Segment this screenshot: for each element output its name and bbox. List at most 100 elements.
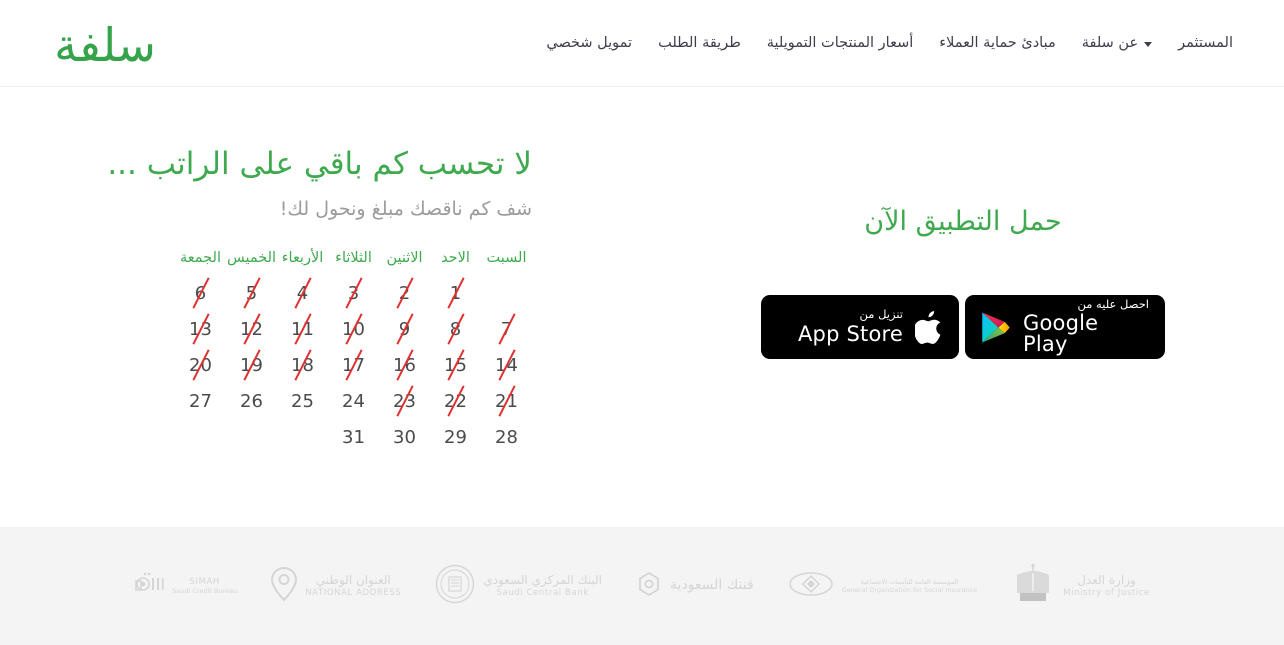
partner-logo-fintech-saudi: فنتك السعودية [636, 571, 754, 601]
calendar-day-cell[interactable]: 7 [481, 311, 532, 347]
chevron-down-icon [1144, 41, 1153, 47]
app-download-block: حمل التطبيق الآن احصل عليه من Google Pla… [642, 88, 1284, 527]
calendar-day-empty [277, 419, 328, 455]
calendar-day-cell[interactable]: 15 [430, 347, 481, 383]
calendar-day-cell[interactable]: 17 [328, 347, 379, 383]
calendar-day-cell[interactable]: 11 [277, 311, 328, 347]
calendar-day-cell[interactable]: 13 [175, 311, 226, 347]
moj-labels: وزارة العدل Ministry of Justice [1063, 573, 1150, 599]
calendar-day-cell[interactable]: 16 [379, 347, 430, 383]
gosi-ar: المؤسسة العامة للتأمينات الاجتماعية [860, 577, 959, 586]
calendar-day-header: الاثنين [386, 250, 423, 267]
gosi-icon [788, 569, 834, 603]
calendar-week-row: 20 19 18 17 16 15 14 [175, 347, 532, 383]
google-play-big-label: Google Play [1023, 311, 1099, 357]
calendar-day-header: الخميس [226, 250, 277, 267]
google-play-icon [981, 311, 1011, 344]
calendar-week-row: 6 5 4 3 2 1 [175, 275, 532, 311]
calendar-day-number: 29 [444, 426, 467, 448]
calendar-day-cell[interactable]: 26 [226, 383, 277, 419]
apple-icon [913, 310, 943, 344]
calendar-day-number: 21 [495, 390, 518, 412]
partner-logo-ministry-of-justice: وزارة العدل Ministry of Justice [1011, 563, 1150, 609]
calendar-day-number: 5 [245, 282, 258, 304]
calendar-day-cell[interactable]: 14 [481, 347, 532, 383]
calendar-day-cell[interactable]: 8 [430, 311, 481, 347]
nav-item-customer-protection[interactable]: مبادئ حماية العملاء [926, 28, 1068, 59]
calendar-day-cell[interactable]: 2 [379, 275, 430, 311]
sama-seal-icon [435, 564, 475, 608]
calendar-day-number: 9 [398, 318, 411, 340]
calendar-day-header: الأربعاء [281, 250, 324, 267]
calendar-day-number: 2 [398, 282, 411, 304]
app-store-labels: تنزيل من App Store [798, 309, 903, 345]
calendar-day-cell[interactable]: 4 [277, 275, 328, 311]
partner-logos-footer: SIMAH Saudi Credit Bureau العنوان الوطني… [0, 527, 1284, 645]
national-address-ar: العنوان الوطني [315, 573, 391, 588]
calendar-day-cell[interactable]: 30 [379, 419, 430, 455]
calendar-day-number: 31 [342, 426, 365, 448]
nav-item-about[interactable]: عن سلفة [1069, 28, 1165, 59]
calendar-day-cell[interactable]: 23 [379, 383, 430, 419]
calendar-day-empty [175, 419, 226, 455]
calendar-day-cell[interactable]: 9 [379, 311, 430, 347]
sama-en: Saudi Central Bank [496, 588, 589, 599]
nav-links: المستثمر عن سلفة مبادئ حماية العملاء أسع… [210, 28, 1256, 59]
calendar-day-number: 20 [189, 354, 212, 376]
calendar-day-number: 24 [342, 390, 365, 412]
calendar-day-cell[interactable]: 18 [277, 347, 328, 383]
nav-item-personal-finance[interactable]: تمويل شخصي [533, 28, 645, 59]
calendar-day-cell[interactable]: 10 [328, 311, 379, 347]
calendar-day-number: 7 [500, 318, 513, 340]
calendar-day-number: 13 [189, 318, 212, 340]
calendar-day-number: 28 [495, 426, 518, 448]
fintech-hex-icon [636, 571, 662, 601]
calendar-day-cell[interactable]: 25 [277, 383, 328, 419]
calendar-day-number: 10 [342, 318, 365, 340]
calendar-day-number: 11 [291, 318, 314, 340]
page-subtitle: شف كم ناقصك مبلغ ونحول لك! [279, 197, 532, 220]
sama-labels: البنك المركزي السعودي Saudi Central Bank [483, 573, 602, 599]
calendar-day-cell[interactable]: 24 [328, 383, 379, 419]
nav-item-label: أسعار المنتجات التمويلية [766, 34, 914, 51]
hero-section: حمل التطبيق الآن احصل عليه من Google Pla… [0, 88, 1284, 527]
calendar-week-row: 13 12 11 10 9 8 7 [175, 311, 532, 347]
nav-item-product-prices[interactable]: أسعار المنتجات التمويلية [754, 28, 927, 59]
google-play-badge[interactable]: احصل عليه من Google Play [965, 295, 1165, 359]
fintech-ar: فنتك السعودية [669, 577, 754, 594]
calendar-day-cell[interactable]: 31 [328, 419, 379, 455]
calendar-week-row: 31 30 29 28 [175, 419, 532, 455]
nav-item-label: مبادئ حماية العملاء [939, 34, 1056, 51]
calendar-day-cell[interactable]: 22 [430, 383, 481, 419]
calendar-day-cell[interactable]: 21 [481, 383, 532, 419]
calendar-day-number: 12 [240, 318, 263, 340]
calendar-day-cell[interactable]: 1 [430, 275, 481, 311]
simah-en2: Saudi Credit Bureau [172, 587, 238, 596]
app-store-badge[interactable]: تنزيل من App Store [761, 295, 959, 359]
calendar-day-header: الجمعة [180, 250, 221, 267]
calendar-day-number: 17 [342, 354, 365, 376]
nav-item-label: طريقة الطلب [658, 34, 741, 51]
brand-logo-link[interactable]: سلفة [0, 18, 210, 68]
calendar-day-cell[interactable]: 20 [175, 347, 226, 383]
calendar-day-cell[interactable]: 29 [430, 419, 481, 455]
google-play-labels: احصل عليه من Google Play [1023, 298, 1149, 357]
calendar-day-cell[interactable]: 6 [175, 275, 226, 311]
nav-item-how-to-apply[interactable]: طريقة الطلب [645, 28, 754, 59]
calendar-day-cell[interactable]: 12 [226, 311, 277, 347]
calendar-day-cell[interactable]: 3 [328, 275, 379, 311]
simah-icon [134, 571, 164, 601]
calendar-day-cell[interactable]: 5 [226, 275, 277, 311]
calendar-day-cell[interactable]: 19 [226, 347, 277, 383]
page-title: لا تحسب كم باقي على الراتب ... [107, 146, 532, 182]
app-store-big-label: App Store [797, 321, 903, 346]
nav-item-investor[interactable]: المستثمر [1165, 28, 1246, 59]
calendar-day-cell[interactable]: 28 [481, 419, 532, 455]
national-address-labels: العنوان الوطني NATIONAL ADDRESS [305, 573, 401, 599]
calendar-day-number: 30 [393, 426, 416, 448]
simah-en: SIMAH [189, 576, 220, 587]
calendar-day-number: 3 [347, 282, 360, 304]
calendar-day-number: 18 [291, 354, 314, 376]
partner-logo-national-address: العنوان الوطني NATIONAL ADDRESS [271, 566, 401, 605]
calendar-day-cell[interactable]: 27 [175, 383, 226, 419]
